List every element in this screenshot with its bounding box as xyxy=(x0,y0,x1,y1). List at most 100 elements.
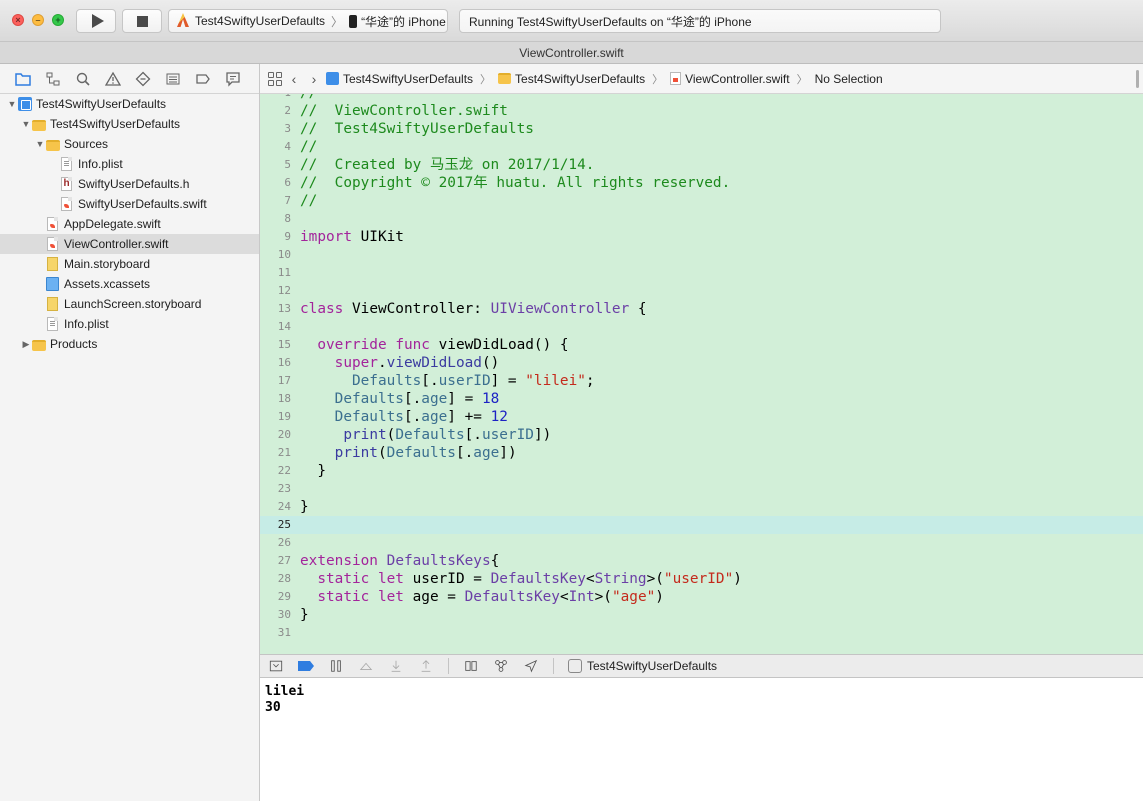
tab-viewcontroller-swift[interactable]: ViewController.swift xyxy=(519,46,623,60)
code-line[interactable]: 30} xyxy=(260,606,1143,624)
code-line[interactable]: 24} xyxy=(260,498,1143,516)
tree-item[interactable]: LaunchScreen.storyboard xyxy=(0,294,259,314)
tree-item[interactable]: ViewController.swift xyxy=(0,234,259,254)
tree-item[interactable]: ▼ Test4SwiftyUserDefaults xyxy=(0,114,259,134)
code-line[interactable]: 7 // xyxy=(260,192,1143,210)
code-line[interactable]: 31 xyxy=(260,624,1143,642)
tree-item[interactable]: Info.plist xyxy=(0,154,259,174)
tree-item[interactable]: AppDelegate.swift xyxy=(0,214,259,234)
disclosure-open-icon[interactable]: ▼ xyxy=(20,119,32,129)
tree-item[interactable]: SwiftyUserDefaults.swift xyxy=(0,194,259,214)
code-text: // Copyright © 2017年 huatu. All rights r… xyxy=(300,174,730,192)
forward-arrow-icon[interactable]: › xyxy=(306,71,322,87)
step-over-icon[interactable] xyxy=(358,658,374,674)
tree-item[interactable]: Info.plist xyxy=(0,314,259,334)
line-number: 26 xyxy=(277,536,291,549)
code-line[interactable]: 2 // ViewController.swift xyxy=(260,102,1143,120)
code-line[interactable]: 27 extension DefaultsKeys{ xyxy=(260,552,1143,570)
code-line[interactable]: 26 xyxy=(260,534,1143,552)
code-text: print(Defaults[.userID]) xyxy=(300,426,551,444)
zoom-window-button[interactable]: + xyxy=(52,14,64,26)
step-into-icon[interactable] xyxy=(388,658,404,674)
hierarchy-icon[interactable] xyxy=(44,70,62,88)
code-line[interactable]: 16 super.viewDidLoad() xyxy=(260,354,1143,372)
code-text: extension DefaultsKeys{ xyxy=(300,552,499,570)
breadcrumb-file[interactable]: ViewController.swift xyxy=(670,72,790,86)
code-line[interactable]: 12 xyxy=(260,282,1143,300)
tree-item[interactable]: ▶ Products xyxy=(0,334,259,354)
tree-item[interactable]: ▼ Sources xyxy=(0,134,259,154)
code-line[interactable]: 5 // Created by 马玉龙 on 2017/1/14. xyxy=(260,156,1143,174)
code-line[interactable]: 25 xyxy=(260,516,1143,534)
test-icon[interactable] xyxy=(134,70,152,88)
breakpoints-toggle-icon[interactable] xyxy=(298,658,314,674)
step-out-icon[interactable] xyxy=(418,658,434,674)
source-editor[interactable]: 1 // 2 // ViewController.swift 3 // Test4Swif… xyxy=(260,94,1143,654)
code-token: // ViewController.swift xyxy=(300,103,508,119)
tree-item[interactable]: ▼ Test4SwiftyUserDefaults xyxy=(0,94,259,114)
line-number: 18 xyxy=(277,392,291,405)
code-line[interactable]: 29 static let age = DefaultsKey<Int>("ag… xyxy=(260,588,1143,606)
view-hierarchy-icon[interactable] xyxy=(463,658,479,674)
pause-icon[interactable] xyxy=(328,658,344,674)
folder-icon[interactable] xyxy=(14,70,32,88)
run-button[interactable] xyxy=(76,9,116,33)
activity-viewer: Running Test4SwiftyUserDefaults on “华途”的… xyxy=(459,9,941,33)
process-selector[interactable]: Test4SwiftyUserDefaults xyxy=(568,659,717,673)
tree-item[interactable]: Main.storyboard xyxy=(0,254,259,274)
line-number: 25 xyxy=(277,518,291,531)
code-line[interactable]: 9 import UIKit xyxy=(260,228,1143,246)
minimize-window-button[interactable]: – xyxy=(32,14,44,26)
code-line[interactable]: 10 xyxy=(260,246,1143,264)
console-output[interactable]: lilei 30 xyxy=(260,678,1143,801)
line-number: 6 xyxy=(284,176,291,189)
code-line[interactable]: 21 print(Defaults[.age]) xyxy=(260,444,1143,462)
stop-button[interactable] xyxy=(122,9,162,33)
close-window-button[interactable]: × xyxy=(12,14,24,26)
code-line[interactable]: 1 // xyxy=(260,94,1143,102)
memory-graph-icon[interactable] xyxy=(493,658,509,674)
code-line[interactable]: 11 xyxy=(260,264,1143,282)
code-line[interactable]: 8 xyxy=(260,210,1143,228)
disclosure-open-icon[interactable]: ▼ xyxy=(34,139,46,149)
disclosure-open-icon[interactable]: ▼ xyxy=(6,99,18,109)
tree-item[interactable]: h SwiftyUserDefaults.h xyxy=(0,174,259,194)
folder-icon xyxy=(46,139,60,151)
code-line[interactable]: 4 // xyxy=(260,138,1143,156)
code-token: age xyxy=(473,445,500,461)
debug-icon[interactable] xyxy=(164,70,182,88)
code-line[interactable]: 22 } xyxy=(260,462,1143,480)
breadcrumb-symbol[interactable]: No Selection xyxy=(815,72,883,86)
code-token: "lilei" xyxy=(525,373,586,389)
code-text: override func viewDidLoad() { xyxy=(300,336,568,354)
hide-debug-area-icon[interactable] xyxy=(268,658,284,674)
code-line[interactable]: 20 print(Defaults[.userID]) xyxy=(260,426,1143,444)
location-icon[interactable] xyxy=(523,658,539,674)
code-line[interactable]: 23 xyxy=(260,480,1143,498)
code-line[interactable]: 28 static let userID = DefaultsKey<Strin… xyxy=(260,570,1143,588)
jumpbar-scroll-indicator xyxy=(1136,70,1139,88)
disclosure-closed-icon[interactable]: ▶ xyxy=(20,339,32,350)
code-line[interactable]: 13 class ViewController: UIViewController… xyxy=(260,300,1143,318)
scheme-selector[interactable]: Test4SwiftyUserDefaults 〉 “华途”的 iPhone xyxy=(168,9,448,33)
code-token: } xyxy=(300,463,326,479)
tree-item[interactable]: Assets.xcassets xyxy=(0,274,259,294)
code-line[interactable]: 18 Defaults[.age] = 18 xyxy=(260,390,1143,408)
code-line[interactable]: 3 // Test4SwiftyUserDefaults xyxy=(260,120,1143,138)
report-icon[interactable] xyxy=(224,70,242,88)
back-arrow-icon[interactable]: ‹ xyxy=(286,71,302,87)
code-line[interactable]: 6 // Copyright © 2017年 huatu. All rights … xyxy=(260,174,1143,192)
code-line[interactable]: 17 Defaults[.userID] = "lilei"; xyxy=(260,372,1143,390)
code-line[interactable]: 14 xyxy=(260,318,1143,336)
related-items-icon[interactable] xyxy=(268,71,282,86)
breadcrumb-group[interactable]: Test4SwiftyUserDefaults xyxy=(498,72,645,86)
code-token: ] += xyxy=(447,409,491,425)
breadcrumb-project[interactable]: Test4SwiftyUserDefaults xyxy=(326,72,473,86)
breakpoint-icon[interactable] xyxy=(194,70,212,88)
code-line[interactable]: 19 Defaults[.age] += 12 xyxy=(260,408,1143,426)
code-line[interactable]: 15 override func viewDidLoad() { xyxy=(260,336,1143,354)
search-icon[interactable] xyxy=(74,70,92,88)
project-icon xyxy=(326,72,339,85)
warning-icon[interactable] xyxy=(104,70,122,88)
